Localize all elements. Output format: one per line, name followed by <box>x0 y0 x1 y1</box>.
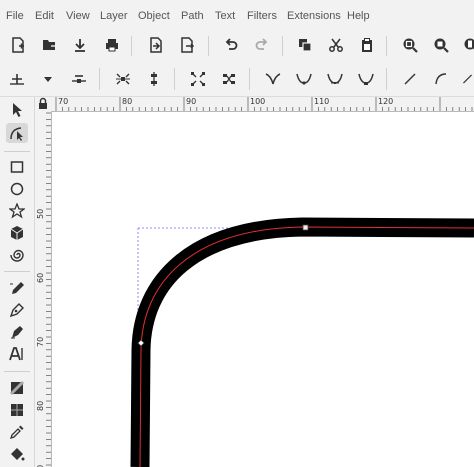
paste-icon[interactable] <box>356 34 378 56</box>
auto-smooth-node-icon[interactable] <box>355 68 377 90</box>
drawing-canvas[interactable] <box>52 112 474 467</box>
commands-toolbar <box>0 32 474 61</box>
ruler-tick-label: 110 <box>314 97 330 106</box>
horizontal-ruler[interactable]: 70 80 90 100 110 120 <box>52 97 474 112</box>
duplicate-icon[interactable] <box>294 34 316 56</box>
calligraphy-tool-icon[interactable] <box>6 322 28 342</box>
redo-icon[interactable] <box>251 34 273 56</box>
toolbar-separator <box>99 68 100 90</box>
tool-controls-bar <box>0 61 474 97</box>
path-node-handle[interactable] <box>302 224 309 231</box>
page-import-icon[interactable] <box>145 34 167 56</box>
more-tools-icon[interactable] <box>461 68 474 90</box>
toolbox-separator <box>4 371 30 372</box>
text-tool-icon[interactable] <box>6 344 28 364</box>
ruler-tick-label: 120 <box>378 97 394 106</box>
join-segment-icon[interactable] <box>187 68 209 90</box>
zoom-page-icon[interactable] <box>460 34 474 56</box>
menu-view[interactable]: View <box>66 10 90 22</box>
mesh-tool-icon[interactable] <box>6 400 28 420</box>
node-tool-icon[interactable] <box>6 123 28 143</box>
selected-path[interactable] <box>130 217 474 467</box>
paint-bucket-tool-icon[interactable] <box>6 444 28 464</box>
chevron-down-icon[interactable] <box>37 68 59 90</box>
spiral-tool-icon[interactable] <box>6 245 28 265</box>
smooth-node-icon[interactable] <box>293 68 315 90</box>
cusp-node-icon[interactable] <box>262 68 284 90</box>
toolbox <box>0 97 35 467</box>
dropper-tool-icon[interactable] <box>6 422 28 442</box>
make-curve-segment-icon[interactable] <box>430 68 452 90</box>
ruler-tick-label: 100 <box>250 97 266 106</box>
lock-icon[interactable] <box>35 97 52 111</box>
ruler-tick-label: 90 <box>186 97 197 106</box>
menu-bar: File Edit View Layer Object Path Text Fi… <box>0 0 474 32</box>
toolbar-separator <box>249 68 250 90</box>
open-icon[interactable] <box>38 34 60 56</box>
zoom-drawing-icon[interactable] <box>430 34 452 56</box>
menu-file[interactable]: File <box>6 10 24 22</box>
toolbox-separator <box>4 151 30 152</box>
ruler-tick-label: 60 <box>36 272 45 283</box>
selector-tool-icon[interactable] <box>6 100 28 120</box>
toolbar-separator <box>282 36 283 56</box>
import-icon[interactable] <box>69 34 91 56</box>
pen-tool-icon[interactable] <box>6 300 28 320</box>
menu-help[interactable]: Help <box>347 10 370 22</box>
ruler-tick-label: 70 <box>58 97 69 106</box>
break-path-icon[interactable] <box>143 68 165 90</box>
ruler-tick-label: 70 <box>36 336 45 347</box>
ruler-tick-label: 80 <box>36 400 45 411</box>
zoom-selection-icon[interactable] <box>399 34 421 56</box>
menu-filters[interactable]: Filters <box>247 10 277 22</box>
toolbar-separator <box>174 68 175 90</box>
make-line-segment-icon[interactable] <box>399 68 421 90</box>
gradient-tool-icon[interactable] <box>6 378 28 398</box>
delete-node-icon[interactable] <box>68 68 90 90</box>
symmetric-node-icon[interactable] <box>324 68 346 90</box>
undo-icon[interactable] <box>220 34 242 56</box>
join-nodes-icon[interactable] <box>112 68 134 90</box>
star-tool-icon[interactable] <box>6 201 28 221</box>
toolbar-separator <box>208 36 209 56</box>
toolbar-separator <box>386 36 387 56</box>
export-icon[interactable] <box>176 34 198 56</box>
print-icon[interactable] <box>101 34 123 56</box>
3d-box-tool-icon[interactable] <box>6 223 28 243</box>
toolbar-separator <box>386 68 387 90</box>
delete-segment-icon[interactable] <box>218 68 240 90</box>
menu-edit[interactable]: Edit <box>35 10 54 22</box>
ellipse-tool-icon[interactable] <box>6 179 28 199</box>
cut-icon[interactable] <box>325 34 347 56</box>
menu-object[interactable]: Object <box>138 10 170 22</box>
ruler-corner <box>35 97 52 112</box>
ruler-tick-label: 80 <box>122 97 133 106</box>
menu-text[interactable]: Text <box>215 10 235 22</box>
toolbar-separator <box>131 36 132 56</box>
new-document-icon[interactable] <box>7 34 29 56</box>
toolbox-separator <box>4 271 30 272</box>
insert-node-icon[interactable] <box>6 68 28 90</box>
ruler-tick-label: 50 <box>36 208 45 219</box>
menu-extensions[interactable]: Extensions <box>287 10 341 22</box>
menu-layer[interactable]: Layer <box>100 10 128 22</box>
vertical-ruler[interactable]: 50 60 70 80 90 <box>35 111 52 467</box>
pencil-tool-icon[interactable] <box>6 278 28 298</box>
rectangle-tool-icon[interactable] <box>6 157 28 177</box>
menu-path[interactable]: Path <box>181 10 204 22</box>
